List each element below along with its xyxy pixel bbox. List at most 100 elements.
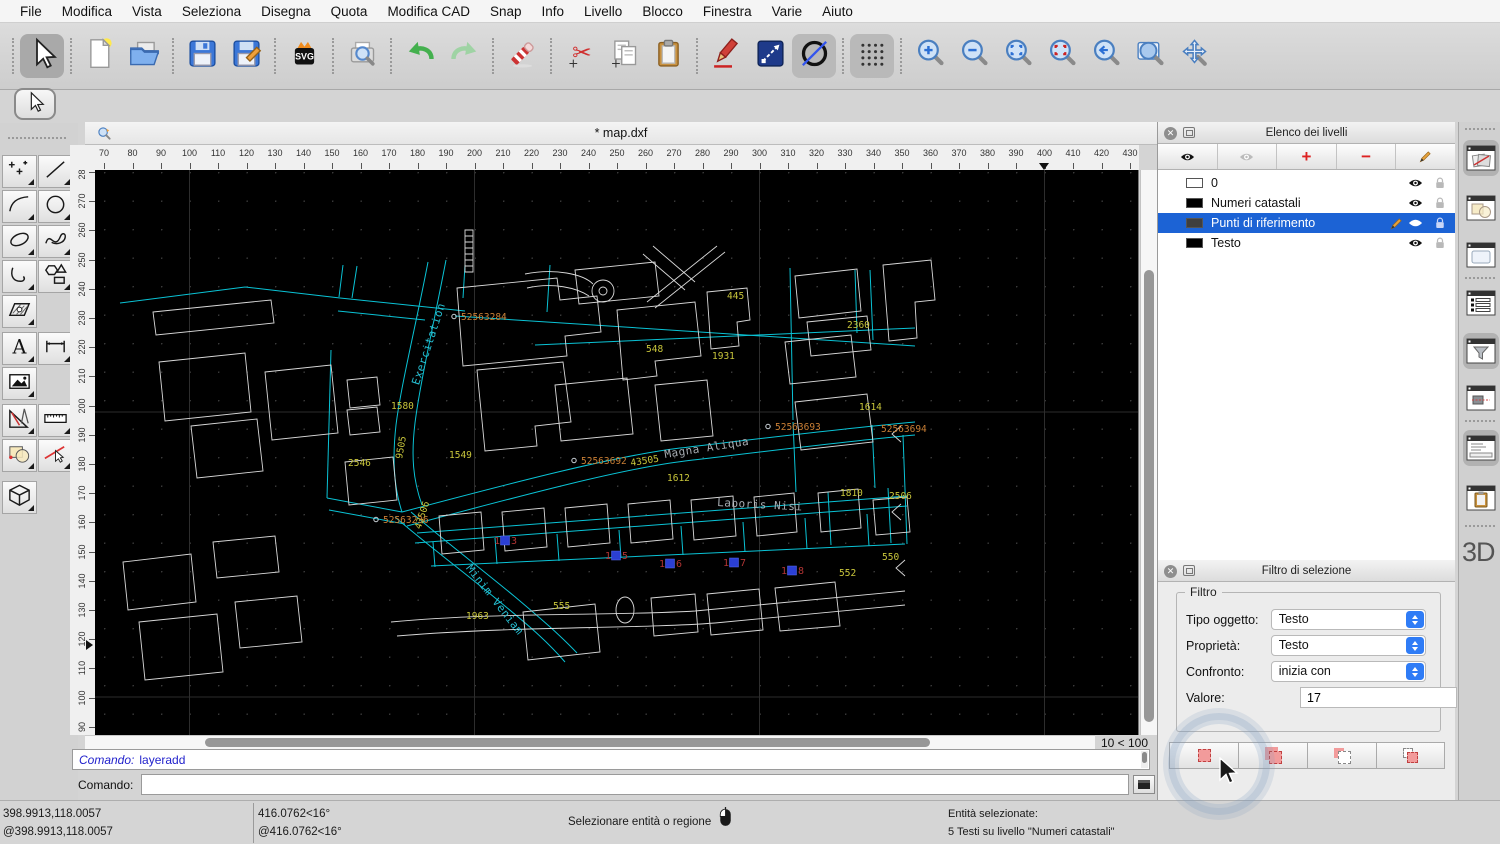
layers-window-button[interactable] (1463, 140, 1499, 176)
edit-layer-button[interactable] (1396, 144, 1455, 169)
open-file-button[interactable] (122, 34, 166, 78)
layer-lock-icon[interactable] (1435, 237, 1445, 249)
copy-button[interactable]: + (602, 34, 646, 78)
draw-pencil-button[interactable] (704, 34, 748, 78)
document-titlebar[interactable]: * map.dxf (85, 122, 1157, 145)
command-input[interactable] (141, 774, 1129, 795)
redo-button[interactable] (442, 34, 486, 78)
diameter-tool-button[interactable] (792, 34, 836, 78)
new-file-button[interactable] (78, 34, 122, 78)
keyboard-button[interactable] (1133, 775, 1155, 794)
construction-tool[interactable] (2, 404, 37, 437)
line-tool[interactable] (38, 155, 73, 188)
3d-mode-label[interactable]: 3D (1462, 537, 1495, 568)
select-arrow-button[interactable] (20, 34, 64, 78)
pan-button[interactable] (1172, 34, 1216, 78)
palette-select-arrow-button[interactable] (14, 88, 56, 120)
layer-lock-icon[interactable] (1435, 217, 1445, 229)
list-window-button[interactable] (1463, 285, 1499, 321)
ruler-tool[interactable] (38, 404, 73, 437)
layer-lock-icon[interactable] (1435, 177, 1445, 189)
menu-item-modifica[interactable]: Modifica (52, 4, 122, 19)
show-all-layers-button[interactable] (1158, 144, 1218, 169)
filter-value-input[interactable] (1300, 687, 1457, 708)
remove-layer-button[interactable]: − (1337, 144, 1397, 169)
blocks-window-button[interactable] (1463, 190, 1499, 226)
menu-item-finestra[interactable]: Finestra (693, 4, 762, 19)
menu-item-livello[interactable]: Livello (574, 4, 632, 19)
cube-3d-tool[interactable] (2, 481, 37, 514)
svg-export-button[interactable]: SVG (282, 34, 326, 78)
vertical-scrollbar[interactable] (1140, 170, 1157, 735)
zoom-fit-button[interactable] (996, 34, 1040, 78)
layer-visibility-icon[interactable] (1408, 178, 1423, 188)
horizontal-scrollbar-thumb[interactable] (205, 738, 930, 747)
menu-item-varie[interactable]: Varie (762, 4, 813, 19)
hide-layers-button[interactable] (1218, 144, 1278, 169)
menu-item-file[interactable]: File (10, 4, 52, 19)
command-window-button[interactable] (1463, 430, 1499, 466)
collapse-icon[interactable] (1183, 565, 1195, 576)
clipboard-window-button[interactable] (1463, 480, 1499, 516)
select-add-button[interactable] (1238, 742, 1307, 769)
paste-button[interactable] (646, 34, 690, 78)
object-type-select[interactable]: Testo (1271, 609, 1426, 630)
layer-row-numeri-catastali[interactable]: Numeri catastali (1158, 193, 1455, 213)
shapes-tool[interactable] (38, 260, 73, 293)
boolean-shapes-tool[interactable] (2, 439, 37, 472)
layer-row-testo[interactable]: Testo (1158, 233, 1455, 253)
eraser-button[interactable] (500, 34, 544, 78)
spline-tool[interactable] (38, 225, 73, 258)
select-new-button[interactable] (1169, 742, 1238, 769)
drawing-canvas[interactable]: 4452360548193116141580254615499505435064… (95, 170, 1139, 735)
zoom-window-button[interactable] (1128, 34, 1172, 78)
layer-visibility-icon[interactable] (1408, 238, 1423, 248)
ellipse-tool[interactable] (2, 225, 37, 258)
vertical-scrollbar-thumb[interactable] (1144, 270, 1154, 722)
circle-tool[interactable] (38, 190, 73, 223)
menu-item-modifica-cad[interactable]: Modifica CAD (377, 4, 480, 19)
text-tool[interactable]: A (2, 332, 37, 365)
dimension-tool[interactable] (38, 332, 73, 365)
hatch-tool[interactable] (2, 295, 37, 328)
cut-button[interactable]: ✂+ (558, 34, 602, 78)
zoom-out-button[interactable] (952, 34, 996, 78)
points-tool[interactable] (2, 155, 37, 188)
select-subtract-button[interactable] (1307, 742, 1376, 769)
filter-window-button[interactable] (1463, 333, 1499, 369)
menu-item-quota[interactable]: Quota (321, 4, 378, 19)
zoom-previous-button[interactable] (1084, 34, 1128, 78)
layer-row-0[interactable]: 0 (1158, 173, 1455, 193)
curve-tool[interactable] (2, 260, 37, 293)
magnifier-window-button[interactable] (1463, 380, 1499, 416)
print-preview-button[interactable] (340, 34, 384, 78)
layer-lock-icon[interactable] (1435, 197, 1445, 209)
line-style-button[interactable] (748, 34, 792, 78)
close-icon[interactable]: ✕ (1164, 127, 1177, 140)
comparison-select[interactable]: inizia con (1271, 661, 1426, 682)
grid-toggle-button[interactable] (850, 34, 894, 78)
collapse-icon[interactable] (1183, 127, 1195, 138)
menu-item-snap[interactable]: Snap (480, 4, 532, 19)
zoom-selection-button[interactable] (1040, 34, 1084, 78)
save-button[interactable] (180, 34, 224, 78)
layer-visibility-icon[interactable] (1408, 198, 1423, 208)
save-as-button[interactable] (224, 34, 268, 78)
arc-tool[interactable] (2, 190, 37, 223)
layer-row-punti-di-riferimento[interactable]: Punti di riferimento (1158, 213, 1455, 233)
trim-tool[interactable] (38, 439, 73, 472)
command-history-scrollbar[interactable] (1141, 751, 1148, 768)
menu-item-info[interactable]: Info (532, 4, 575, 19)
menu-item-seleziona[interactable]: Seleziona (172, 4, 251, 19)
blank-window-button[interactable] (1463, 237, 1499, 273)
menu-item-blocco[interactable]: Blocco (632, 4, 693, 19)
layer-edit-pencil-icon[interactable] (1390, 217, 1403, 230)
menu-item-vista[interactable]: Vista (122, 4, 172, 19)
image-tool[interactable] (2, 367, 37, 400)
undo-button[interactable] (398, 34, 442, 78)
close-icon[interactable]: ✕ (1164, 565, 1177, 578)
menu-item-disegna[interactable]: Disegna (251, 4, 321, 19)
property-select[interactable]: Testo (1271, 635, 1426, 656)
layer-visibility-icon[interactable] (1408, 218, 1423, 228)
add-layer-button[interactable]: + (1277, 144, 1337, 169)
